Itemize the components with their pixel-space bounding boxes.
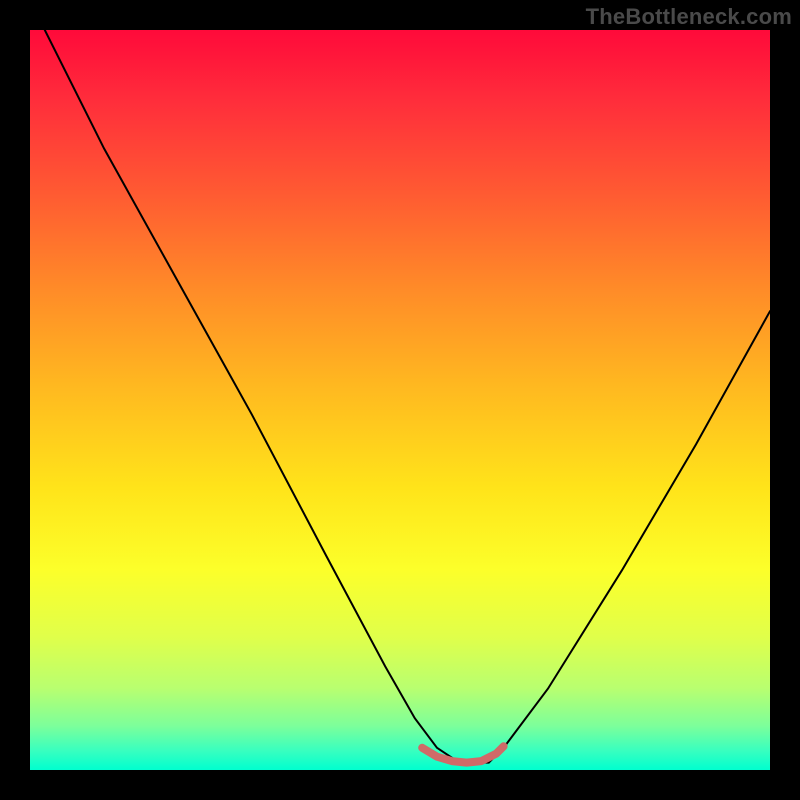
chart-frame	[30, 30, 770, 770]
bottleneck-main-curve	[45, 30, 770, 763]
bottleneck-floor-marker	[422, 746, 503, 762]
bottleneck-curve-svg	[30, 30, 770, 770]
watermark-text: TheBottleneck.com	[586, 4, 792, 30]
